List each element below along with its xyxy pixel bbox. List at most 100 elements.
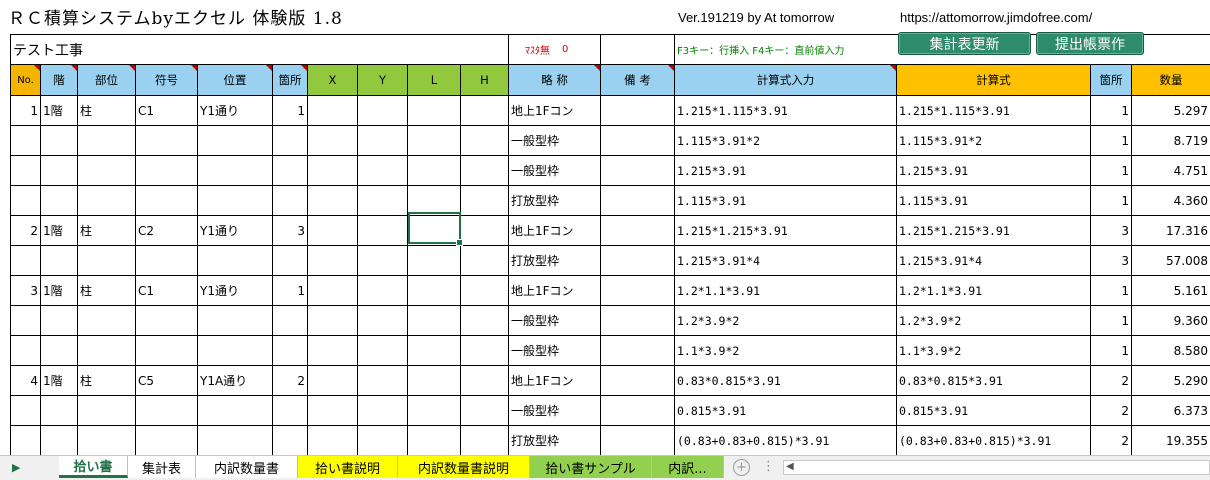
cell-part[interactable] [78,126,136,156]
cell-code[interactable] [136,126,198,156]
cell-formula-input[interactable]: 1.1*3.9*2 [675,336,897,366]
cell-no[interactable] [11,186,41,216]
cell-l[interactable] [408,96,461,126]
cell-quantity[interactable]: 17.316 [1132,216,1210,246]
cell-code[interactable]: C2 [136,216,198,246]
cell-position[interactable] [198,336,273,366]
cell-no[interactable]: 4 [11,366,41,396]
cell-x[interactable] [308,186,358,216]
cell-part[interactable]: 柱 [78,216,136,246]
cell-code[interactable] [136,186,198,216]
cell-floor[interactable] [41,156,78,186]
cell-code[interactable]: C1 [136,96,198,126]
cell-no[interactable] [11,156,41,186]
cell-h[interactable] [461,426,509,455]
col-header-quantity[interactable]: 数量 [1132,65,1210,96]
cell-position[interactable] [198,126,273,156]
cell-note[interactable] [601,426,675,455]
cell-quantity[interactable]: 57.008 [1132,246,1210,276]
tab-hiroi[interactable]: 拾い書 [59,456,128,478]
spreadsheet-grid[interactable]: テスト工事 ﾏｽﾀ無 0 F3キー：行挿入 F4キー：直前値入力 No. 階 部… [10,34,1210,455]
cell-x[interactable] [308,426,358,455]
cell-code[interactable] [136,306,198,336]
cell-y[interactable] [358,126,408,156]
mask-status-cell[interactable]: ﾏｽﾀ無 0 [509,35,601,65]
cell-formula-input[interactable]: 1.2*3.9*2 [675,306,897,336]
cell-part[interactable] [78,336,136,366]
col-header-formula[interactable]: 計算式 [897,65,1091,96]
cell-l[interactable] [408,336,461,366]
cell-qty-count[interactable]: 1 [1091,336,1132,366]
cell-formula[interactable]: 1.215*3.91 [897,156,1091,186]
cell-note[interactable] [601,276,675,306]
cell-count[interactable]: 1 [273,276,308,306]
cell-note[interactable] [601,396,675,426]
cell-no[interactable] [11,396,41,426]
cell-note[interactable] [601,156,675,186]
cell-l[interactable] [408,426,461,455]
cell-floor[interactable] [41,186,78,216]
cell-count[interactable]: 1 [273,96,308,126]
cell-l[interactable] [408,276,461,306]
cell-h[interactable] [461,156,509,186]
cell-x[interactable] [308,246,358,276]
cell-x[interactable] [308,336,358,366]
selected-cell[interactable] [408,212,463,246]
cell-position[interactable] [198,186,273,216]
cell-position[interactable] [198,156,273,186]
cell-l[interactable] [408,396,461,426]
cell-qty-count[interactable]: 2 [1091,396,1132,426]
cell-formula-input[interactable]: 1.215*1.115*3.91 [675,96,897,126]
submit-form-button[interactable]: 提出帳票作 [1036,32,1144,55]
cell-formula-input[interactable]: 1.115*3.91*2 [675,126,897,156]
cell-abbr[interactable]: 地上1Fコン [509,216,601,246]
cell-formula[interactable]: 1.215*1.215*3.91 [897,216,1091,246]
cell-part[interactable] [78,156,136,186]
cell-no[interactable] [11,306,41,336]
cell-qty-count[interactable]: 1 [1091,276,1132,306]
cell-position[interactable]: Y1通り [198,276,273,306]
cell-qty-count[interactable]: 1 [1091,306,1132,336]
cell-floor[interactable] [41,336,78,366]
cell-quantity[interactable]: 6.373 [1132,396,1210,426]
tab-breakdown-more[interactable]: 内訳... [652,456,724,478]
cell-abbr[interactable]: 一般型枠 [509,306,601,336]
cell-position[interactable] [198,396,273,426]
cell-h[interactable] [461,276,509,306]
cell-count[interactable] [273,426,308,455]
cell-h[interactable] [461,246,509,276]
cell-h[interactable] [461,306,509,336]
cell-quantity[interactable]: 4.751 [1132,156,1210,186]
cell-h[interactable] [461,336,509,366]
cell-quantity[interactable]: 8.719 [1132,126,1210,156]
cell-l[interactable] [408,156,461,186]
col-header-qty-count[interactable]: 箇所 [1091,65,1132,96]
cell-x[interactable] [308,366,358,396]
project-name-cell[interactable]: テスト工事 [11,35,509,65]
cell-no[interactable] [11,246,41,276]
col-header-y[interactable]: Y [358,65,408,96]
cell-qty-count[interactable]: 1 [1091,96,1132,126]
cell-abbr[interactable]: 一般型枠 [509,336,601,366]
cell-part[interactable]: 柱 [78,366,136,396]
cell-x[interactable] [308,396,358,426]
cell-abbr[interactable]: 一般型枠 [509,126,601,156]
cell-count[interactable] [273,306,308,336]
cell-position[interactable]: Y1通り [198,96,273,126]
cell-position[interactable]: Y1通り [198,216,273,246]
cell-y[interactable] [358,306,408,336]
cell-count[interactable] [273,246,308,276]
tab-scroll-right-icon[interactable]: ▶ [12,461,20,474]
cell-note[interactable] [601,306,675,336]
cell-part[interactable] [78,426,136,455]
cell-code[interactable] [136,426,198,455]
col-header-l[interactable]: L [408,65,461,96]
cell-no[interactable]: 2 [11,216,41,246]
cell-code[interactable] [136,246,198,276]
cell-formula-input[interactable]: 0.83*0.815*3.91 [675,366,897,396]
cell-y[interactable] [358,96,408,126]
cell-part[interactable] [78,186,136,216]
cell-floor[interactable] [41,246,78,276]
cell-y[interactable] [358,396,408,426]
cell-count[interactable] [273,126,308,156]
